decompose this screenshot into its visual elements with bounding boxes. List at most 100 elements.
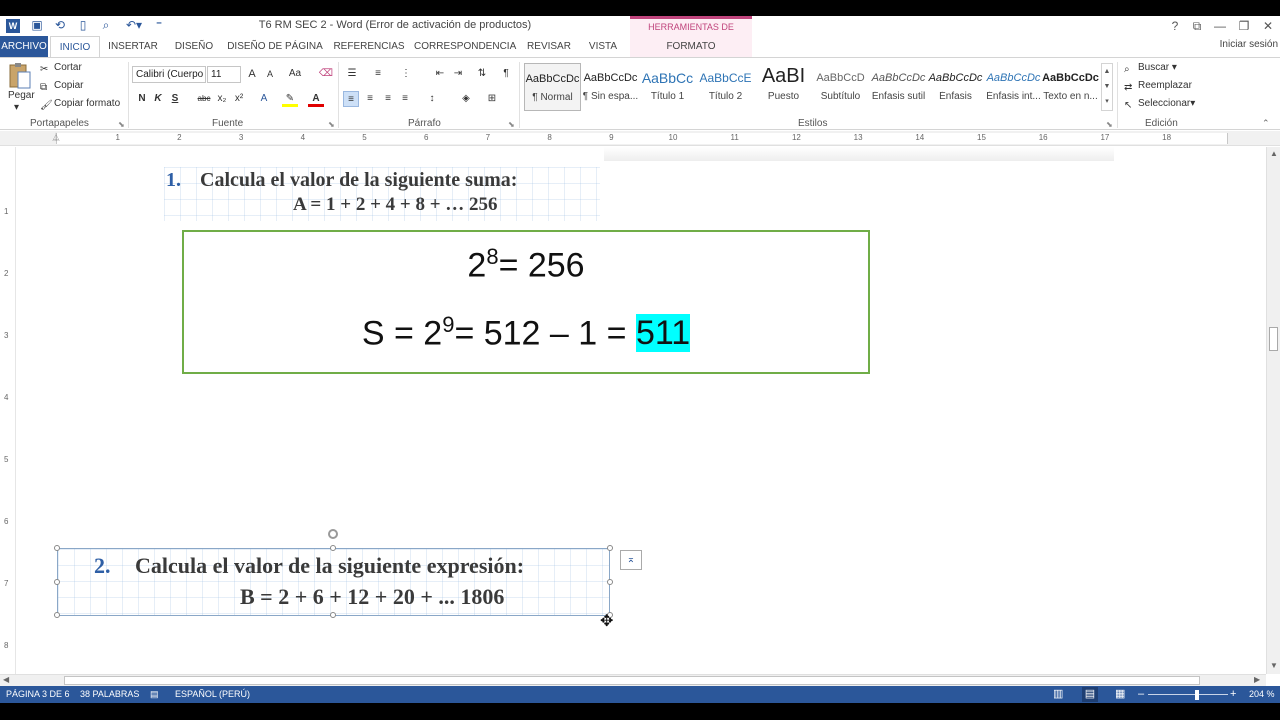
tab-correspondencia[interactable]: CORRESPONDENCIA <box>414 36 516 58</box>
underline-button[interactable]: S <box>167 91 183 107</box>
superscript-button[interactable]: x² <box>231 91 247 107</box>
shrink-font-button[interactable]: A <box>262 66 278 82</box>
vertical-scrollbar[interactable]: ▲ ▼ <box>1266 147 1280 674</box>
layout-options-icon[interactable]: ⌅ <box>620 550 642 570</box>
style-heading-1[interactable]: AaBbCc Título 1 <box>639 63 696 111</box>
font-launcher-icon[interactable]: ⬊ <box>328 120 335 129</box>
shading-icon[interactable]: ◈ <box>458 91 474 107</box>
undo-icon[interactable]: ↶▾ <box>123 18 145 32</box>
restore-button[interactable]: ❐ <box>1232 18 1256 34</box>
horizontal-scroll-thumb[interactable] <box>64 676 1200 685</box>
print-preview-icon[interactable]: ⌕ <box>99 18 113 32</box>
sign-in-link[interactable]: Iniciar sesión <box>1220 39 1278 50</box>
web-layout-icon[interactable]: ▦ <box>1115 686 1125 703</box>
page-count[interactable]: PÁGINA 3 DE 6 <box>6 686 70 703</box>
horizontal-ruler[interactable]: ⏅ 1 2 3 4 5 6 7 8 9 10 11 12 13 14 15 16 17 18 <box>0 131 1280 146</box>
word-count[interactable]: 38 PALABRAS <box>80 686 139 703</box>
zoom-level[interactable]: 204 % <box>1249 686 1275 703</box>
styles-scroll-icon[interactable]: ▲ ▼ ▾ <box>1101 63 1113 111</box>
grow-font-button[interactable]: A <box>244 66 260 82</box>
touch-mode-icon[interactable]: ⟲ <box>53 18 67 32</box>
replace-button[interactable]: ⇄ Reemplazar <box>1124 80 1192 93</box>
scroll-left-icon[interactable]: ◀ <box>3 675 9 684</box>
styles-launcher-icon[interactable]: ⬊ <box>1106 120 1113 129</box>
proofing-icon[interactable]: ▤ <box>150 686 159 703</box>
highlight-color-icon[interactable]: ✎ <box>282 91 298 107</box>
tab-insertar[interactable]: INSERTAR <box>104 36 162 58</box>
horizontal-scrollbar[interactable]: ◀ ▶ <box>0 674 1266 686</box>
justify-icon[interactable]: ≡ <box>397 91 413 107</box>
line-spacing-icon[interactable]: ↕ <box>424 91 440 107</box>
strikethrough-button[interactable]: abc <box>194 91 214 107</box>
rotate-handle-icon[interactable] <box>328 529 338 539</box>
tab-diseno[interactable]: DISEÑO <box>166 36 222 58</box>
new-document-icon[interactable]: ▯ <box>76 18 90 32</box>
scroll-right-icon[interactable]: ▶ <box>1254 675 1260 684</box>
paste-dropdown-icon[interactable]: ▾ <box>14 102 19 113</box>
decrease-indent-icon[interactable]: ⇤ <box>432 66 448 82</box>
increase-indent-icon[interactable]: ⇥ <box>450 66 466 82</box>
find-button[interactable]: ⌕ Buscar ▾ <box>1124 62 1177 75</box>
scroll-up-icon[interactable]: ▲ <box>1270 149 1278 158</box>
italic-button[interactable]: K <box>150 91 166 107</box>
problem-2-image[interactable]: 2. Calcula el valor de la siguiente expr… <box>57 548 610 616</box>
document-canvas[interactable]: 1. Calcula el valor de la siguiente suma… <box>17 147 1267 674</box>
change-case-button[interactable]: Aa <box>284 66 306 82</box>
bold-button[interactable]: N <box>134 91 150 107</box>
cut-button[interactable]: ✂ Cortar <box>40 62 82 75</box>
word-logo-icon[interactable]: W <box>6 19 20 33</box>
vertical-scroll-thumb[interactable] <box>1269 327 1278 351</box>
tab-formato[interactable]: FORMATO <box>630 36 752 58</box>
bullets-icon[interactable]: ☰ <box>344 66 360 82</box>
collapse-ribbon-icon[interactable]: ⌃ <box>1262 118 1270 129</box>
ribbon-display-options-icon[interactable]: ⧉ <box>1185 18 1209 34</box>
select-button[interactable]: ↖ Seleccionar▾ <box>1124 98 1195 111</box>
tab-inicio[interactable]: INICIO <box>50 36 100 58</box>
tab-archivo[interactable]: ARCHIVO <box>0 36 48 58</box>
borders-icon[interactable]: ⊞ <box>484 91 500 107</box>
resize-handle-e[interactable] <box>607 579 613 585</box>
style-normal[interactable]: AaBbCcDc ¶ Normal <box>524 63 581 111</box>
problem-1-image[interactable]: 1. Calcula el valor de la siguiente suma… <box>164 167 600 221</box>
paste-button[interactable]: Pegar <box>8 90 35 101</box>
multilevel-list-icon[interactable]: ⋮ <box>398 66 414 82</box>
font-size-combo[interactable]: 11 <box>207 66 241 83</box>
tab-referencias[interactable]: REFERENCIAS <box>328 36 410 58</box>
text-effects-icon[interactable]: A <box>256 91 272 107</box>
zoom-slider[interactable] <box>1148 694 1228 695</box>
save-icon[interactable]: ▣ <box>30 18 44 32</box>
style-strong[interactable]: AaBbCcDc Texto en n... <box>1042 63 1099 111</box>
indent-marker-icon[interactable]: ⏅ <box>52 132 60 143</box>
minimize-button[interactable]: — <box>1208 18 1232 34</box>
style-subtitle[interactable]: AaBbCcD Subtítulo <box>812 63 869 111</box>
style-subtle-emphasis[interactable]: AaBbCcDc Énfasis sutil <box>870 63 927 111</box>
style-heading-2[interactable]: AaBbCcE Título 2 <box>697 63 754 111</box>
tab-revisar[interactable]: REVISAR <box>520 36 578 58</box>
resize-handle-s[interactable] <box>330 612 336 618</box>
style-title[interactable]: AaBI Puesto <box>755 63 812 111</box>
tab-vista[interactable]: VISTA <box>582 36 624 58</box>
language[interactable]: ESPAÑOL (PERÚ) <box>175 686 250 703</box>
answer-text-box[interactable]: 28= 256 S = 29= 512 – 1 = 511 <box>182 230 870 374</box>
resize-handle-w[interactable] <box>54 579 60 585</box>
style-intense-emphasis[interactable]: AaBbCcDc Énfasis int... <box>985 63 1042 111</box>
font-name-combo[interactable]: Calibri (Cuerpo <box>132 66 206 83</box>
scroll-down-icon[interactable]: ▼ <box>1270 661 1278 670</box>
copy-button[interactable]: ⧉ Copiar <box>40 80 83 93</box>
zoom-slider-thumb[interactable] <box>1195 690 1199 700</box>
zoom-out-icon[interactable]: – <box>1138 686 1144 703</box>
subscript-button[interactable]: x₂ <box>214 91 230 107</box>
sort-icon[interactable]: ⇅ <box>474 66 490 82</box>
tab-diseno-pagina[interactable]: DISEÑO DE PÁGINA <box>226 36 324 58</box>
align-right-icon[interactable]: ≡ <box>380 91 396 107</box>
resize-handle-ne[interactable] <box>607 545 613 551</box>
zoom-in-icon[interactable]: + <box>1230 686 1236 703</box>
help-button[interactable]: ? <box>1163 18 1187 34</box>
format-painter-button[interactable]: 🖌Copiar formato <box>40 98 120 111</box>
numbering-icon[interactable]: ≡ <box>370 66 386 82</box>
close-button[interactable]: ✕ <box>1256 18 1280 34</box>
customize-qat-icon[interactable]: ⁼ <box>152 18 166 32</box>
read-mode-icon[interactable]: ▥ <box>1053 686 1063 703</box>
print-layout-icon[interactable]: ▤ <box>1082 687 1098 702</box>
style-no-spacing[interactable]: AaBbCcDc ¶ Sin espa... <box>582 63 639 111</box>
